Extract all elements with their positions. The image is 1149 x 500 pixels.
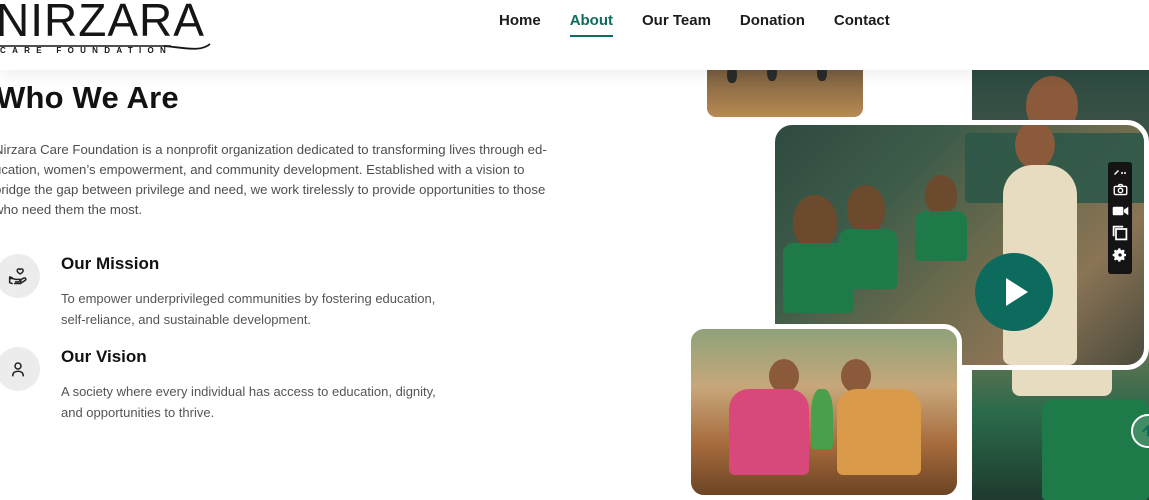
main-nav: Home About Our Team Donation Contact <box>499 12 919 37</box>
vision-text: A society where every individual has acc… <box>61 381 471 423</box>
play-video-button[interactable] <box>975 253 1053 331</box>
intro-line: Nirzara Care Foundation is a nonprofit o… <box>0 142 547 157</box>
nav-about[interactable]: About <box>569 12 614 37</box>
mission-text: To empower underprivileged communities b… <box>61 288 471 330</box>
nav-contact[interactable]: Contact <box>834 12 890 37</box>
student-uniform <box>1042 400 1149 500</box>
arrow-up-icon <box>1142 425 1149 437</box>
toolbar-video-button[interactable] <box>1110 200 1130 222</box>
vision-title: Our Vision <box>61 347 147 366</box>
toolbar-window-button[interactable] <box>1110 222 1130 244</box>
gear-icon <box>1112 248 1126 262</box>
floating-toolbar <box>1108 162 1132 274</box>
video-icon <box>1112 206 1128 216</box>
planting-image <box>686 324 962 500</box>
image-collage <box>686 50 1149 500</box>
vision-line: and opportunities to thrive. <box>61 405 215 420</box>
student-head <box>793 195 837 247</box>
toolbar-pen-button[interactable] <box>1110 164 1130 178</box>
mission-line: To empower underprivileged communities b… <box>61 291 436 306</box>
person-icon <box>12 362 24 377</box>
section-title: Who We Are <box>0 80 179 115</box>
vision-line: A society where every individual has acc… <box>61 384 436 399</box>
intro-paragraph: Nirzara Care Foundation is a nonprofit o… <box>0 140 568 220</box>
mission-icon-badge <box>0 254 40 298</box>
intro-line: bridge the gap between privilege and nee… <box>0 182 546 197</box>
play-icon <box>1006 278 1028 306</box>
woman-head <box>769 359 799 393</box>
nav-home[interactable]: Home <box>499 12 541 37</box>
logo-tagline: CARE FOUNDATION <box>0 46 173 55</box>
woman-head <box>841 359 871 393</box>
hand-heart-icon <box>8 268 27 285</box>
site-header: NIRZARA CARE FOUNDATION Home About Our T… <box>0 0 1149 70</box>
student-uniform <box>839 229 897 289</box>
student-head <box>925 175 957 213</box>
toolbar-settings-button[interactable] <box>1110 244 1130 266</box>
woman-orange-saree <box>837 389 921 475</box>
logo[interactable]: NIRZARA CARE FOUNDATION <box>0 0 216 60</box>
camera-icon <box>1113 183 1127 195</box>
student-head <box>847 185 885 231</box>
intro-line: who need them the most. <box>0 202 143 217</box>
mission-title: Our Mission <box>61 254 160 273</box>
intro-line: ucation, women’s empowerment, and commun… <box>0 162 525 177</box>
window-icon <box>1112 225 1128 241</box>
nav-our-team[interactable]: Our Team <box>642 12 711 37</box>
woman-pink-saree <box>729 389 809 475</box>
pen-icon <box>1114 170 1126 175</box>
mission-line: self-reliance, and sustainable developme… <box>61 312 312 327</box>
page: NIRZARA CARE FOUNDATION Home About Our T… <box>0 0 1149 500</box>
sapling <box>811 389 833 449</box>
toolbar-camera-button[interactable] <box>1110 178 1130 200</box>
student-uniform <box>915 211 967 261</box>
teacher-head <box>1015 125 1055 169</box>
vision-icon-badge <box>0 347 40 391</box>
nav-donation[interactable]: Donation <box>740 12 805 37</box>
